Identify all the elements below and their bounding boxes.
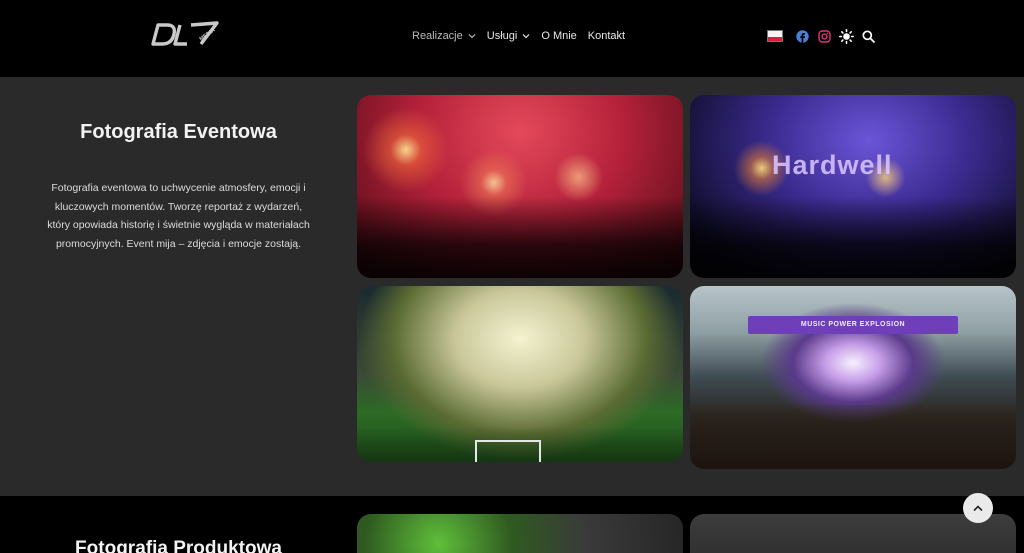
nav-item-label: Kontakt [587,30,626,42]
section-title: Fotografia Eventowa [80,121,277,143]
flares-crowd-photo[interactable] [357,95,683,278]
search-icon[interactable] [860,28,876,44]
scroll-to-top-button[interactable] [963,493,993,523]
chevron-down-icon [468,32,476,40]
polish-flag-icon[interactable] [767,30,783,42]
svg-text:MEDIA: MEDIA [199,27,217,42]
product-photo-2[interactable] [690,514,1016,553]
nav-item-realizacje[interactable]: Realizacje [412,29,476,43]
nav-item-uslugi[interactable]: Usługi [487,29,531,43]
chevron-down-icon [522,32,530,40]
sun-icon[interactable] [838,28,854,44]
header-tools [767,28,882,44]
stage-banner: MUSIC POWER EXPLOSION [748,316,958,334]
section-description: Fotografia eventowa to uchwycenie atmosf… [47,182,310,250]
hardwell-concert-photo[interactable]: Hardwell [690,95,1016,278]
section-event-photography: Fotografia Eventowa Fotografia eventowa … [0,77,1024,496]
section-title: Fotografia Produktowa [75,538,282,553]
nav-item-label: Realizacje [412,30,463,42]
instagram-icon[interactable] [816,28,832,44]
logo[interactable]: MEDIA [149,19,221,49]
site-header: MEDIA Realizacje Usługi O Mnie Kontakt [0,0,1024,77]
concert-sign-text: Hardwell [772,150,893,180]
stage-banner-text: MUSIC POWER EXPLOSION [800,321,906,328]
nav-item-label: Usługi [486,30,518,42]
dl7-media-logo-icon: MEDIA [151,21,219,46]
nav-item-kontakt[interactable]: Kontakt [588,29,625,43]
chevron-up-icon [973,505,983,511]
product-photo-1[interactable] [357,514,683,553]
football-goal [475,440,541,462]
section-product-photography: Fotografia Produktowa [0,496,1024,553]
music-power-explosion-stage-photo[interactable]: MUSIC POWER EXPLOSION [690,286,1016,469]
main-nav: Realizacje Usługi O Mnie Kontakt [412,29,636,43]
facebook-icon[interactable] [794,28,810,44]
stadium-lights-photo[interactable] [357,286,683,462]
nav-item-o-mnie[interactable]: O Mnie [541,29,576,43]
nav-item-label: O Mnie [541,30,577,42]
